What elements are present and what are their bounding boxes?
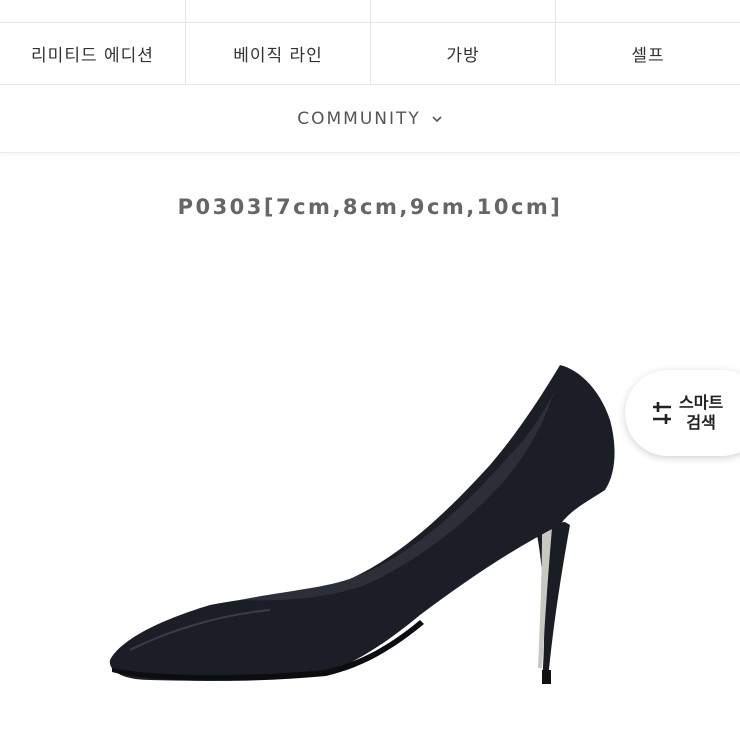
community-bar: COMMUNITY	[0, 85, 740, 153]
top-nav-cell	[186, 0, 371, 22]
nav-item-label: 셀프	[631, 45, 665, 66]
top-nav-strip	[0, 0, 740, 23]
chevron-down-icon	[432, 115, 442, 122]
nav-item-label: 베이직 라인	[233, 45, 323, 66]
product-image[interactable]	[90, 350, 630, 695]
top-nav-cell	[556, 0, 740, 22]
nav-item-limited-edition[interactable]: 리미티드 에디션	[0, 22, 186, 84]
smart-search-label: 스마트 검색	[679, 393, 723, 433]
nav-item-basic-line[interactable]: 베이직 라인	[186, 22, 371, 84]
nav-item-label: 리미티드 에디션	[31, 45, 154, 66]
top-nav-cell	[371, 0, 556, 22]
category-nav: 리미티드 에디션 베이직 라인 가방 셀프	[0, 22, 740, 85]
community-label: COMMUNITY	[297, 108, 421, 129]
smart-search-line2: 검색	[686, 413, 716, 432]
nav-item-self[interactable]: 셀프	[556, 22, 740, 84]
top-nav-cell	[0, 0, 186, 22]
community-menu[interactable]: COMMUNITY	[297, 109, 443, 129]
nav-item-label: 가방	[446, 45, 480, 66]
sliders-icon	[653, 402, 671, 424]
smart-search-button[interactable]: 스마트 검색	[625, 370, 740, 456]
nav-item-bag[interactable]: 가방	[371, 22, 556, 84]
smart-search-line1: 스마트	[679, 393, 724, 412]
product-title: P0303[7cm,8cm,9cm,10cm]	[177, 195, 563, 219]
